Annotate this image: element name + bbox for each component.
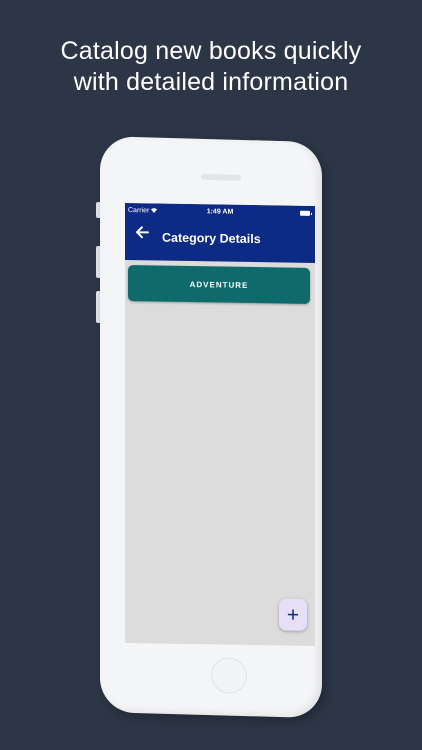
phone-home-button: [211, 657, 247, 695]
headline-line-1: Catalog new books quickly: [60, 37, 362, 65]
app-bar: Carrier 1:49 AM Category Details: [125, 203, 315, 263]
category-label: ADVENTURE: [189, 279, 249, 290]
battery-icon: [300, 210, 310, 216]
status-bar: Carrier 1:49 AM: [125, 205, 315, 220]
status-time: 1:49 AM: [206, 208, 234, 216]
headline-line-2: with detailed information: [73, 68, 349, 96]
phone-speaker: [201, 173, 241, 181]
add-button[interactable]: +: [279, 598, 307, 631]
app-screen: Carrier 1:49 AM Category Details ADVENTU…: [125, 203, 315, 646]
category-card-adventure[interactable]: ADVENTURE: [128, 265, 310, 304]
promo-headline: Catalog new books quickly with detailed …: [0, 36, 422, 98]
arrow-left-icon[interactable]: [134, 224, 152, 242]
plus-icon: +: [286, 603, 300, 627]
page-title: Category Details: [162, 230, 261, 247]
